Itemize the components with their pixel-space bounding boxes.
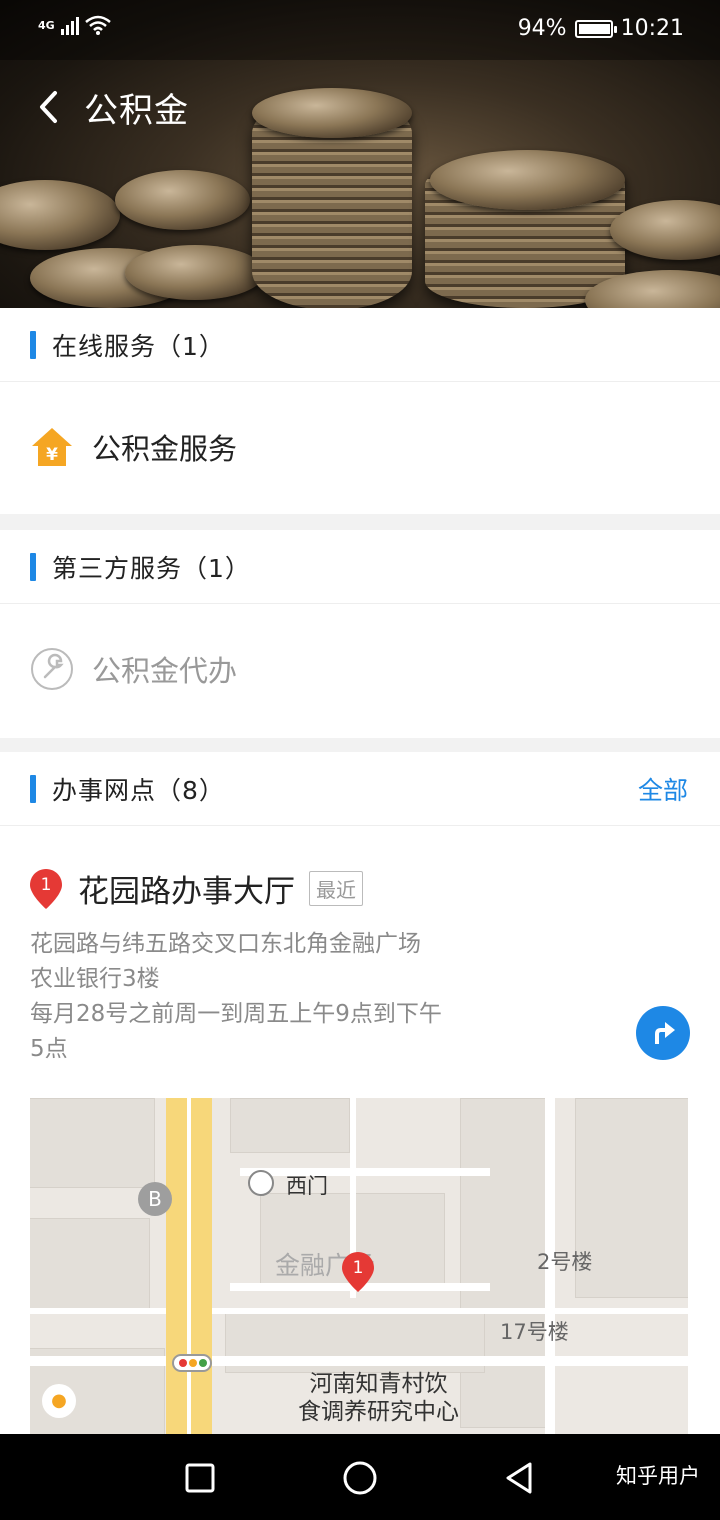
label-line: 食调养研究中心 <box>298 1399 459 1425</box>
map-label-building17: 17号楼 <box>500 1320 569 1344</box>
coin-image <box>252 88 412 138</box>
triangle-back-icon <box>506 1462 532 1494</box>
system-navigation-bar: 知乎用户 <box>0 1434 720 1520</box>
recent-apps-button[interactable] <box>180 1458 220 1498</box>
pin-number: 1 <box>352 1258 364 1278</box>
signal-icon <box>60 15 79 35</box>
map-label-institute: 河南知青村饮 食调养研究中心 <box>298 1370 459 1426</box>
map-label-west-gate: 西门 <box>286 1174 328 1198</box>
traffic-light-icon <box>172 1354 212 1372</box>
back-button[interactable] <box>30 82 66 132</box>
home-button[interactable] <box>340 1458 380 1498</box>
header-banner: 4G 94% 10:21 公积金 <box>0 0 720 308</box>
housing-fund-service-item[interactable]: ¥ 公积金服务 <box>0 382 720 512</box>
map-pin-icon[interactable]: 1 <box>342 1252 374 1292</box>
coin-image <box>430 150 625 210</box>
direction-arrow-icon <box>655 1022 675 1044</box>
pin-number: 1 <box>40 874 52 895</box>
circle-icon <box>343 1461 377 1495</box>
address-line: 花园路与纬五路交叉口东北角金融广场 <box>30 931 421 957</box>
map-view[interactable]: B 西门 金融广场 2号楼 17号楼 1 河南知青村饮 食调养研究中心 ● <box>30 1098 688 1434</box>
battery-icon <box>574 19 617 38</box>
section-title: 第三方服务（1） <box>52 553 251 583</box>
house-yuan-icon: ¥ <box>32 428 72 466</box>
system-back-button[interactable] <box>500 1458 540 1498</box>
watermark: 知乎用户 <box>616 1464 700 1488</box>
agent-service-item[interactable]: 公积金代办 <box>0 604 720 734</box>
label-line: 河南知青村饮 <box>309 1371 448 1397</box>
clock: 10:21 <box>620 16 684 41</box>
svg-text:¥: ¥ <box>46 445 58 465</box>
branch-item[interactable]: 1 花园路办事大厅 最近 花园路与纬五路交叉口东北角金融广场 农业银行3楼 每月… <box>0 866 720 1067</box>
service-label: 公积金服务 <box>92 432 238 466</box>
branch-address: 花园路与纬五路交叉口东北角金融广场 农业银行3楼 每月28号之前周一到周五上午9… <box>30 927 520 1067</box>
wifi-icon <box>84 15 111 35</box>
section-marker <box>30 552 36 581</box>
wrench-icon <box>31 648 73 690</box>
battery-percent: 94% <box>517 16 567 41</box>
navigate-button[interactable] <box>636 1006 690 1060</box>
hours-line: 每月28号之前周一到周五上午9点到下午 <box>30 1001 442 1027</box>
coin-image <box>610 200 720 260</box>
restaurant-icon: ● <box>42 1384 76 1418</box>
map-label-building2: 2号楼 <box>537 1250 593 1274</box>
address-line: 农业银行3楼 <box>30 966 160 992</box>
hours-line: 5点 <box>30 1036 68 1062</box>
square-icon <box>185 1463 215 1493</box>
section-title: 办事网点（8） <box>52 775 225 805</box>
view-all-link[interactable]: 全部 <box>638 771 688 807</box>
coin-image <box>125 245 265 300</box>
chevron-left-icon <box>40 91 57 123</box>
network-type: 4G <box>38 18 55 32</box>
section-marker <box>30 330 36 359</box>
coin-image <box>115 170 250 230</box>
online-services-section: 在线服务（1） ¥ 公积金服务 <box>0 308 720 514</box>
status-bar: 4G 94% 10:21 <box>0 0 720 60</box>
branch-name: 花园路办事大厅 <box>78 874 295 910</box>
section-title: 在线服务（1） <box>52 331 225 361</box>
service-label: 公积金代办 <box>92 654 238 688</box>
nearest-badge: 最近 <box>309 871 363 906</box>
section-marker <box>30 774 36 803</box>
page-title: 公积金 <box>84 90 189 131</box>
third-party-section: 第三方服务（1） 公积金代办 <box>0 530 720 738</box>
coin-image <box>0 180 120 250</box>
gate-icon <box>248 1170 274 1196</box>
map-pin-icon: 1 <box>30 868 62 909</box>
bus-stop-icon[interactable]: B <box>138 1182 172 1216</box>
